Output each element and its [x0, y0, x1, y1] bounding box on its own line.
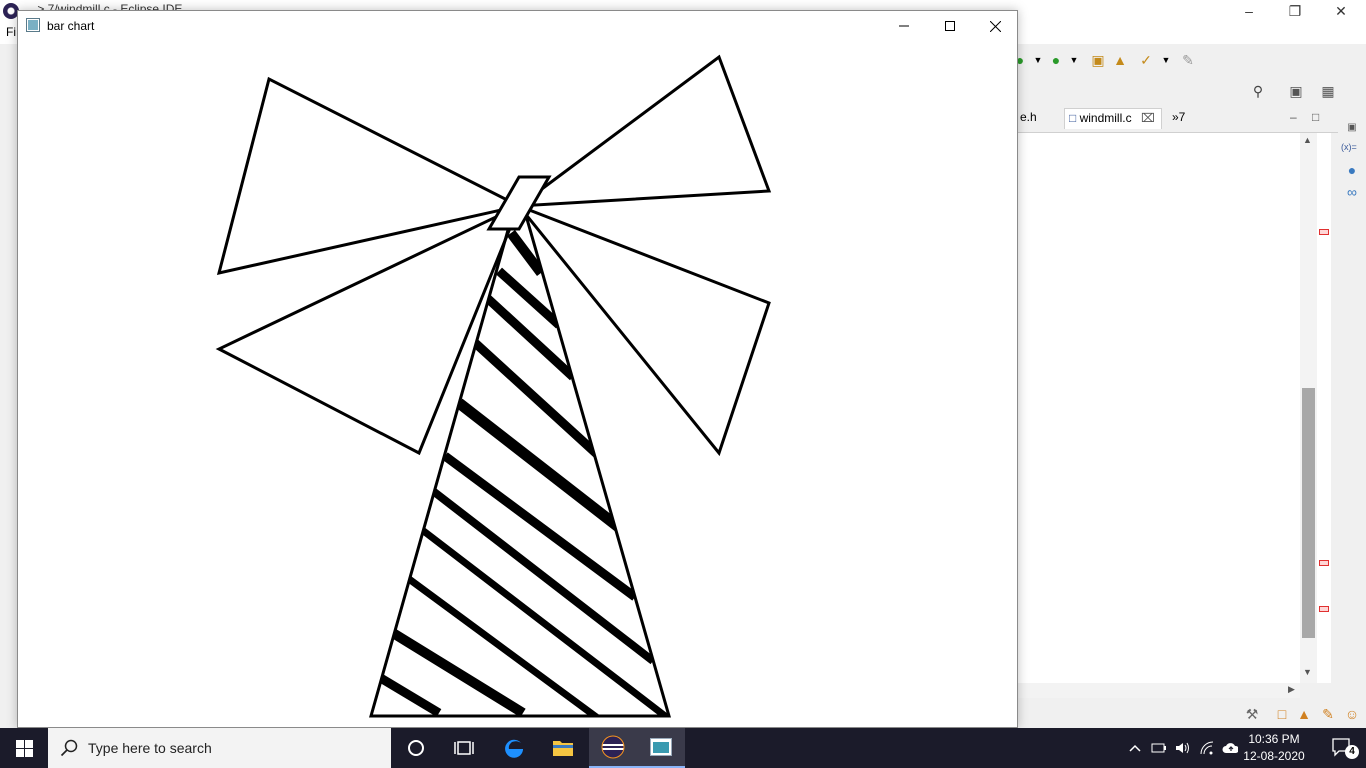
- tower-stripe: [430, 487, 656, 665]
- status-tool-icon[interactable]: ⚒: [1244, 706, 1260, 722]
- wifi-icon[interactable]: [1199, 740, 1215, 756]
- tab-overflow[interactable]: »7: [1172, 110, 1185, 124]
- open-folder-icon[interactable]: ▲: [1112, 52, 1128, 68]
- windmill-blade-top-left: [216, 76, 524, 275]
- open-perspective-icon[interactable]: ▣: [1288, 83, 1304, 99]
- ide-status-bar: ⚒ □ ▲ ✎ ☺: [1018, 700, 1366, 728]
- maximize-icon: [945, 21, 955, 31]
- volume-icon[interactable]: [1175, 740, 1191, 756]
- external-tools-dropdown-icon[interactable]: ▼: [1066, 52, 1082, 68]
- edge-icon: [505, 739, 523, 758]
- tab-header-file[interactable]: e.h: [1020, 110, 1037, 124]
- show-hidden-icons-chevron-icon[interactable]: [1127, 740, 1143, 756]
- windmill-hub: [486, 175, 552, 231]
- new-project-icon[interactable]: ▣: [1090, 52, 1106, 68]
- tower-stripe: [376, 673, 442, 716]
- c-file-icon: □: [1069, 111, 1077, 125]
- minimize-editor-icon[interactable]: –: [1290, 110, 1297, 124]
- folder-icon: [553, 741, 573, 756]
- scroll-up-icon[interactable]: ▲: [1303, 135, 1312, 145]
- start-button[interactable]: [0, 728, 48, 768]
- expressions-view-icon[interactable]: ∞: [1344, 184, 1360, 200]
- task-view-icon: [454, 741, 474, 755]
- editor-tab-bar: e.h □ windmill.c ⌧ »7 – □: [1018, 106, 1338, 133]
- taskbar: Type here to search 10:36 PM 12-08-2020 …: [0, 728, 1366, 768]
- minimize-icon: [899, 25, 909, 27]
- build-dropdown-icon[interactable]: ▼: [1158, 52, 1174, 68]
- book-icon[interactable]: □: [1274, 706, 1290, 722]
- maximize-button[interactable]: [927, 11, 973, 41]
- eclipse-icon: [601, 735, 625, 759]
- scroll-down-icon[interactable]: ▼: [1303, 667, 1312, 677]
- run-dropdown-icon[interactable]: ▼: [1030, 52, 1046, 68]
- minimize-button[interactable]: [881, 11, 927, 41]
- bar-chart-taskbar-button[interactable]: [637, 728, 685, 768]
- tower-stripe: [469, 337, 603, 460]
- ide-left-trim: [0, 76, 18, 286]
- battery-icon[interactable]: [1151, 740, 1167, 756]
- ide-minimize-button[interactable]: –: [1226, 0, 1272, 22]
- error-marker[interactable]: [1319, 606, 1329, 612]
- code-editor[interactable]: [1018, 133, 1300, 683]
- overview-ruler: [1317, 133, 1331, 683]
- error-marker[interactable]: [1319, 560, 1329, 566]
- notification-count-badge: 4: [1345, 745, 1359, 759]
- editor-horizontal-scrollbar[interactable]: ▶: [1018, 683, 1300, 698]
- menu-file[interactable]: Fi: [6, 25, 16, 39]
- speaker-icon: [1176, 742, 1189, 754]
- app-window-icon: [26, 18, 40, 32]
- tab-windmill-c[interactable]: □ windmill.c ⌧: [1064, 108, 1162, 129]
- ide-close-button[interactable]: ✕: [1318, 0, 1364, 22]
- taskbar-search-box[interactable]: Type here to search: [48, 728, 391, 768]
- window-title-bar[interactable]: bar chart: [18, 11, 1017, 41]
- ide-right-trim: ▣ (x)= ● ∞: [1338, 76, 1366, 696]
- smiley-icon[interactable]: ☺: [1344, 706, 1360, 722]
- search-icon[interactable]: ⚲: [1250, 83, 1266, 99]
- clock-time: 10:36 PM: [1248, 732, 1300, 746]
- error-marker[interactable]: [1319, 229, 1329, 235]
- action-center-button[interactable]: 4: [1320, 728, 1366, 768]
- tab-windmill-c-label: windmill.c: [1079, 111, 1132, 125]
- onedrive-icon[interactable]: [1222, 740, 1238, 756]
- system-clock[interactable]: 10:36 PM 12-08-2020: [1242, 731, 1306, 765]
- wifi-signal-icon: [1200, 741, 1214, 755]
- windmill-blade-top-right: [514, 54, 772, 208]
- eclipse-taskbar-button[interactable]: [589, 728, 637, 768]
- variables-view-icon[interactable]: (x)=: [1341, 142, 1357, 152]
- build-icon[interactable]: ✓: [1138, 52, 1154, 68]
- ide-maximize-button[interactable]: ❐: [1272, 0, 1318, 22]
- external-tools-icon[interactable]: ●: [1048, 52, 1064, 68]
- pencil-icon[interactable]: ✎: [1320, 706, 1336, 722]
- c-perspective-icon[interactable]: ▦: [1320, 83, 1336, 99]
- scrollbar-thumb[interactable]: [1302, 388, 1315, 638]
- tower-stripes: [376, 230, 669, 716]
- close-tab-icon[interactable]: ⌧: [1141, 111, 1155, 125]
- close-icon: [989, 20, 1001, 32]
- search-placeholder: Type here to search: [88, 740, 212, 756]
- learn-icon[interactable]: ▲: [1296, 706, 1312, 722]
- drawing-canvas: [215, 54, 772, 718]
- clock-date: 12-08-2020: [1243, 749, 1305, 763]
- pen-icon[interactable]: ✎: [1180, 52, 1196, 68]
- app-window-icon: [650, 738, 672, 756]
- cloud-upload-icon: [1222, 743, 1238, 753]
- close-button[interactable]: [972, 11, 1018, 41]
- battery-shape-icon: [1151, 743, 1166, 753]
- cortana-circle-icon: [408, 740, 424, 756]
- scroll-right-icon[interactable]: ▶: [1288, 684, 1295, 695]
- graphics-window: bar chart: [17, 10, 1018, 728]
- chevron-up-icon: [1129, 744, 1141, 752]
- cortana-button[interactable]: [392, 728, 440, 768]
- restore-icon[interactable]: ▣: [1344, 120, 1360, 136]
- task-view-button[interactable]: [440, 728, 488, 768]
- windows-logo-icon: [15, 739, 33, 757]
- window-title: bar chart: [47, 19, 95, 33]
- edge-browser-button[interactable]: [490, 728, 538, 768]
- editor-vertical-scrollbar[interactable]: ▲ ▼: [1300, 133, 1317, 683]
- file-explorer-button[interactable]: [539, 728, 587, 768]
- search-icon: [60, 739, 78, 757]
- tower-stripe: [418, 526, 669, 716]
- maximize-editor-icon[interactable]: □: [1312, 110, 1319, 124]
- breakpoints-view-icon[interactable]: ●: [1344, 162, 1360, 178]
